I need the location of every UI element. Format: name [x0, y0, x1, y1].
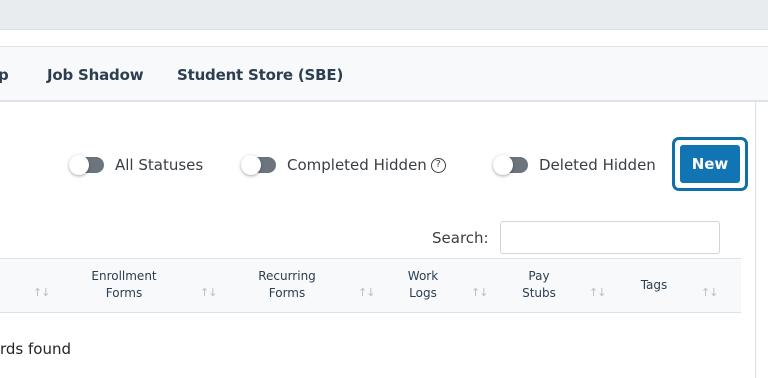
sort-icon[interactable]: ↑↓ [589, 286, 606, 299]
column-header-line: Pay [528, 269, 550, 283]
all-statuses-toggle[interactable]: All Statuses [69, 154, 204, 176]
column-header-recurring-forms[interactable]: Recurring Forms [247, 268, 327, 302]
sort-icon[interactable]: ↑↓ [33, 286, 50, 299]
column-header-line: Work [407, 269, 439, 283]
search-label: Search: [432, 229, 489, 247]
column-header-line: Enrollment [91, 269, 157, 283]
column-header-line: Stubs [522, 286, 556, 300]
top-bar [0, 0, 768, 30]
sort-icon[interactable]: ↑↓ [200, 286, 217, 299]
column-header-line: Logs [409, 286, 437, 300]
column-header-line: Forms [105, 286, 143, 300]
toggle-knob [69, 155, 89, 175]
completed-hidden-label: Completed Hidden [287, 156, 427, 174]
module-tabs: ip Job Shadow Student Store (SBE) [0, 46, 768, 102]
new-button[interactable]: New [680, 145, 740, 183]
column-header-line: Tags [640, 278, 668, 292]
column-header-line: Recurring [258, 269, 316, 283]
help-icon[interactable]: ? [430, 157, 446, 173]
sort-icon[interactable]: ↑↓ [471, 286, 488, 299]
toggle-switch[interactable] [69, 155, 104, 175]
deleted-hidden-toggle[interactable]: Deleted Hidden [493, 154, 656, 176]
deleted-hidden-label: Deleted Hidden [539, 156, 656, 174]
all-statuses-label: All Statuses [115, 156, 204, 174]
tab-student-store[interactable]: Student Store (SBE) [177, 66, 343, 84]
sort-icon[interactable]: ↑↓ [358, 286, 375, 299]
column-header-line: Forms [268, 286, 306, 300]
column-header-tags[interactable]: Tags [632, 277, 676, 294]
toggle-knob [241, 155, 261, 175]
column-header-pay-stubs[interactable]: Pay Stubs [514, 268, 564, 302]
toggle-switch[interactable] [241, 155, 276, 175]
empty-table-message: rds found [0, 340, 72, 358]
column-header-work-logs[interactable]: Work Logs [397, 268, 449, 302]
tab-job-shadow[interactable]: Job Shadow [47, 66, 144, 84]
sort-icon[interactable]: ↑↓ [701, 286, 718, 299]
toggle-switch[interactable] [493, 155, 528, 175]
toggle-knob [493, 155, 513, 175]
completed-hidden-toggle[interactable]: Completed Hidden ? [241, 154, 446, 176]
tab-internship[interactable]: ip [0, 66, 9, 84]
column-header-enrollment-forms[interactable]: Enrollment Forms [84, 268, 164, 302]
search-input[interactable] [500, 221, 720, 254]
